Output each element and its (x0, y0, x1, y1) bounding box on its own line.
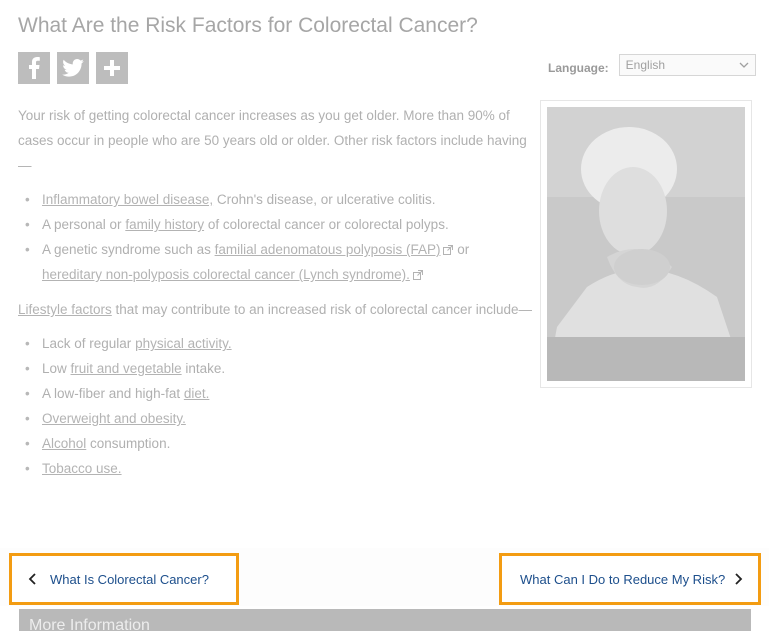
social-share-bar (18, 52, 128, 84)
diet-link[interactable]: diet. (184, 386, 210, 401)
list-item: Tobacco use. (18, 456, 533, 481)
lifestyle-list: Lack of regular physical activity. Low f… (18, 331, 533, 481)
list-item: Alcohol consumption. (18, 431, 533, 456)
list-item: A low-fiber and high-fat diet. (18, 381, 533, 406)
list-item: Overweight and obesity. (18, 406, 533, 431)
article-body: Your risk of getting colorectal cancer i… (18, 103, 533, 491)
overweight-obesity-link[interactable]: Overweight and obesity. (42, 411, 186, 426)
language-selected-value: English (625, 58, 666, 72)
facebook-icon (29, 57, 40, 79)
language-label: Language: (548, 61, 609, 75)
list-item: Lack of regular physical activity. (18, 331, 533, 356)
list-item: A genetic syndrome such as familial aden… (18, 237, 533, 287)
chevron-down-icon (739, 62, 749, 68)
alcohol-link[interactable]: Alcohol (42, 436, 86, 451)
plus-icon (104, 60, 120, 76)
external-link-icon (443, 245, 454, 255)
twitter-share-button[interactable] (57, 52, 89, 84)
chevron-right-icon (735, 573, 743, 585)
language-select[interactable]: English (618, 54, 756, 76)
list-item: Inflammatory bowel disease, Crohn's dise… (18, 187, 533, 212)
physical-activity-link[interactable]: physical activity. (135, 336, 232, 351)
facebook-share-button[interactable] (18, 52, 50, 84)
external-link-icon (412, 270, 423, 280)
lifestyle-factors-link[interactable]: Lifestyle factors (18, 302, 112, 317)
portrait-photo (547, 107, 745, 381)
family-history-link[interactable]: family history (125, 217, 204, 232)
risk-factor-list: Inflammatory bowel disease, Crohn's dise… (18, 187, 533, 287)
chevron-left-icon (28, 573, 36, 585)
lifestyle-paragraph: Lifestyle factors that may contribute to… (18, 302, 533, 317)
next-page-label: What Can I Do to Reduce My Risk? (520, 571, 726, 587)
next-page-button[interactable]: What Can I Do to Reduce My Risk? (499, 553, 761, 605)
more-information-header: More Information (19, 609, 751, 631)
ibd-link[interactable]: Inflammatory bowel disease, (42, 192, 213, 207)
fap-link[interactable]: familial adenomatous polyposis (FAP) (215, 242, 441, 257)
intro-paragraph: Your risk of getting colorectal cancer i… (18, 108, 527, 173)
page-title: What Are the Risk Factors for Colorectal… (18, 14, 478, 37)
twitter-icon (62, 59, 84, 77)
portrait-photo-frame (540, 100, 752, 388)
list-item: Low fruit and vegetable intake. (18, 356, 533, 381)
tobacco-use-link[interactable]: Tobacco use. (42, 461, 122, 476)
fruit-vegetable-link[interactable]: fruit and vegetable (71, 361, 182, 376)
more-share-button[interactable] (96, 52, 128, 84)
lynch-syndrome-link[interactable]: hereditary non-polyposis colorectal canc… (42, 267, 410, 282)
previous-page-label: What Is Colorectal Cancer? (50, 571, 209, 587)
portrait-illustration (547, 107, 745, 381)
language-selector-group: Language: English (548, 54, 756, 76)
previous-page-button[interactable]: What Is Colorectal Cancer? (9, 553, 239, 605)
list-item: A personal or family history of colorect… (18, 212, 533, 237)
